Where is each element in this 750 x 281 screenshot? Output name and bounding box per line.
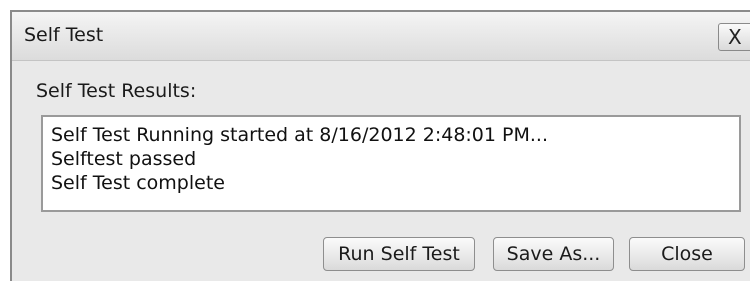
save-as-button[interactable]: Save As...: [493, 237, 614, 271]
result-line: Selftest passed: [51, 148, 197, 170]
result-line: Self Test complete: [51, 172, 225, 194]
results-label: Self Test Results:: [36, 80, 197, 102]
title-bar: Self Test X: [12, 12, 750, 61]
dialog-title: Self Test: [24, 24, 104, 46]
close-icon[interactable]: X: [718, 23, 750, 51]
result-line: Self Test Running started at 8/16/2012 2…: [51, 124, 548, 146]
results-textbox[interactable]: Self Test Running started at 8/16/2012 2…: [41, 115, 741, 212]
close-button[interactable]: Close: [629, 237, 745, 271]
self-test-dialog: Self Test X Self Test Results: Self Test…: [10, 10, 750, 281]
run-self-test-button[interactable]: Run Self Test: [323, 237, 475, 271]
